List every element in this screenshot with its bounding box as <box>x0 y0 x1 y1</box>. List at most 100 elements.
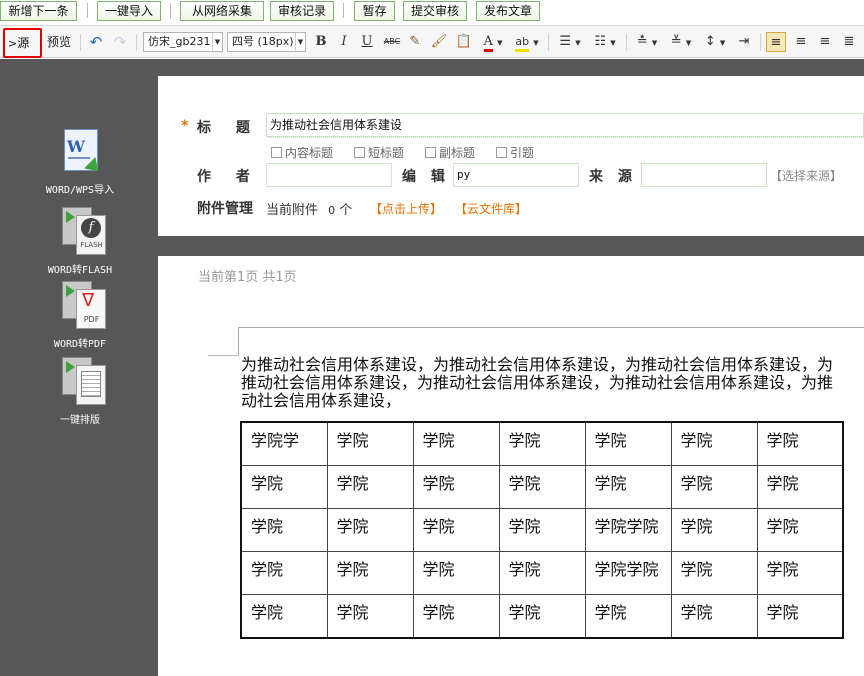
chevron-down-icon: ▼ <box>295 33 305 51</box>
publish-article-button[interactable]: 发布文章 <box>476 1 540 21</box>
undo-icon[interactable]: ↶ <box>87 32 105 52</box>
font-size-select[interactable]: 四号 (18px) ▼ <box>227 32 306 52</box>
preview-button[interactable]: 预览 <box>45 31 73 53</box>
review-record-button[interactable]: 审核记录 <box>270 1 334 21</box>
table-cell[interactable]: 学院学院 <box>584 551 672 595</box>
table-cell[interactable]: 学院 <box>326 551 414 595</box>
table-cell[interactable]: 学院 <box>584 465 672 509</box>
align-center-icon[interactable]: ≡ <box>791 32 811 52</box>
table-cell[interactable]: 学院 <box>240 551 328 595</box>
table-cell[interactable]: 学院 <box>498 594 586 639</box>
word-import-icon: W <box>54 127 106 179</box>
one-click-layout-tool[interactable]: 一键排版 <box>30 357 130 426</box>
table-cell[interactable]: 学院 <box>326 594 414 639</box>
cell-text: 学院 <box>336 474 369 493</box>
table-cell[interactable]: 学院 <box>412 594 500 639</box>
table-cell[interactable]: 学院 <box>412 421 500 466</box>
font-color-button[interactable]: A ▼ <box>479 32 507 52</box>
italic-icon[interactable]: I <box>335 32 353 52</box>
add-next-button[interactable]: 新增下一条 <box>0 1 77 21</box>
paragraph-spacing-top-button[interactable]: ≛ ▼ <box>633 32 661 52</box>
table-cell[interactable]: 学院 <box>498 508 586 552</box>
format-painter-icon[interactable]: ✎ <box>406 32 424 52</box>
spacing-top-icon: ≛ <box>636 34 648 49</box>
checkbox-box <box>271 147 282 158</box>
table-row: 学院 学院 学院 学院 学院学院 学院 学院 <box>240 551 844 595</box>
paste-text-icon[interactable]: 📋 <box>455 32 473 52</box>
unordered-list-button[interactable]: ☷ ▼ <box>590 32 620 52</box>
clear-format-icon[interactable]: 🖌 <box>430 32 448 52</box>
table-cell[interactable]: 学院 <box>240 465 328 509</box>
table-cell[interactable]: 学院 <box>240 594 328 639</box>
attachment-info: 当前附件 0 个 <box>266 199 352 218</box>
table-cell[interactable]: 学院学院 <box>584 508 672 552</box>
flash-text: FLASH <box>80 241 103 249</box>
document-paragraph[interactable]: 为推动社会信用体系建设，为推动社会信用体系建设，为推动社会信用体系建设，为 推动… <box>241 356 864 418</box>
flash-logo-icon: f <box>81 218 101 238</box>
table-cell[interactable]: 学院 <box>756 508 844 552</box>
select-source-link[interactable]: 【选择来源】 <box>770 167 842 184</box>
cell-text: 学院 <box>336 517 369 536</box>
highlight-color-button[interactable]: ab ▼ <box>511 32 543 52</box>
table-cell[interactable]: 学院 <box>670 594 758 639</box>
line-height-icon: ↕ <box>704 34 716 49</box>
word-wps-import-tool[interactable]: W WORD/WPS导入 <box>30 127 130 196</box>
table-row: 学院 学院 学院 学院 学院学院 学院 学院 <box>240 508 844 552</box>
strikethrough-icon[interactable]: ABC <box>381 32 403 52</box>
table-cell[interactable]: 学院 <box>670 551 758 595</box>
align-justify-icon[interactable]: ≣ <box>839 32 859 52</box>
upload-link[interactable]: 【点击上传】 <box>370 200 442 217</box>
table-cell[interactable]: 学院 <box>756 465 844 509</box>
font-family-select[interactable]: 仿宋_gb231 ▼ <box>143 32 223 52</box>
content-title-checkbox[interactable]: 内容标题 <box>271 144 333 161</box>
subtitle-checkbox[interactable]: 副标题 <box>425 144 475 161</box>
short-title-checkbox[interactable]: 短标题 <box>354 144 404 161</box>
table-cell[interactable]: 学院 <box>412 465 500 509</box>
align-right-icon[interactable]: ≡ <box>815 32 835 52</box>
table-cell[interactable]: 学院 <box>412 508 500 552</box>
table-cell[interactable]: 学院 <box>670 508 758 552</box>
table-cell[interactable]: 学院 <box>756 421 844 466</box>
indent-icon[interactable]: ⇥ <box>735 32 753 52</box>
table-cell[interactable]: 学院 <box>412 551 500 595</box>
editor-input[interactable]: py <box>453 163 579 187</box>
table-cell[interactable]: 学院学 <box>240 421 328 466</box>
tool-label: WORD/WPS导入 <box>45 185 115 196</box>
line-height-button[interactable]: ↕ ▼ <box>701 32 729 52</box>
table-cell[interactable]: 学院 <box>326 508 414 552</box>
source-input[interactable] <box>641 163 767 187</box>
word-to-pdf-tool[interactable]: ᐁ PDF WORD转PDF <box>30 281 130 350</box>
table-cell[interactable]: 学院 <box>498 465 586 509</box>
underline-icon[interactable]: U <box>358 32 376 52</box>
font-size-value: 四号 (18px) <box>232 35 294 48</box>
align-left-icon[interactable]: ≡ <box>766 32 786 52</box>
document-table[interactable]: 学院学 学院 学院 学院 学院 学院 学院 学院 学院 学院 学院 学院 学院 学院 学院 学院 学院 学院 学院学… <box>240 421 844 639</box>
table-cell[interactable]: 学院 <box>326 465 414 509</box>
lead-title-checkbox[interactable]: 引题 <box>496 144 534 161</box>
source-code-button[interactable]: >源码 <box>3 28 42 77</box>
save-draft-button[interactable]: 暂存 <box>354 1 395 21</box>
word-to-flash-tool[interactable]: f FLASH WORD转FLASH <box>30 207 130 276</box>
table-cell[interactable]: 学院 <box>584 594 672 639</box>
table-cell[interactable]: 学院 <box>756 551 844 595</box>
highlight-icon: ab <box>515 35 530 52</box>
cloud-library-link[interactable]: 【云文件库】 <box>455 200 527 217</box>
table-cell[interactable]: 学院 <box>670 465 758 509</box>
bold-icon[interactable]: B <box>312 32 330 52</box>
one-click-import-button[interactable]: 一键导入 <box>97 1 161 21</box>
table-cell[interactable]: 学院 <box>498 421 586 466</box>
table-cell[interactable]: 学院 <box>326 421 414 466</box>
web-collect-button[interactable]: 从网络采集 <box>180 1 264 21</box>
chevron-down-icon: ▼ <box>212 33 222 51</box>
submit-review-button[interactable]: 提交审核 <box>403 1 467 21</box>
paragraph-spacing-bottom-button[interactable]: ≚ ▼ <box>667 32 695 52</box>
author-input[interactable] <box>266 163 392 187</box>
ordered-list-button[interactable]: ☰ ▼ <box>555 32 585 52</box>
table-cell[interactable]: 学院 <box>756 594 844 639</box>
table-cell[interactable]: 学院 <box>240 508 328 552</box>
table-cell[interactable]: 学院 <box>498 551 586 595</box>
redo-icon[interactable]: ↷ <box>111 32 129 52</box>
table-cell[interactable]: 学院 <box>670 421 758 466</box>
table-cell[interactable]: 学院 <box>584 421 672 466</box>
chevron-down-icon: ▼ <box>575 39 581 47</box>
